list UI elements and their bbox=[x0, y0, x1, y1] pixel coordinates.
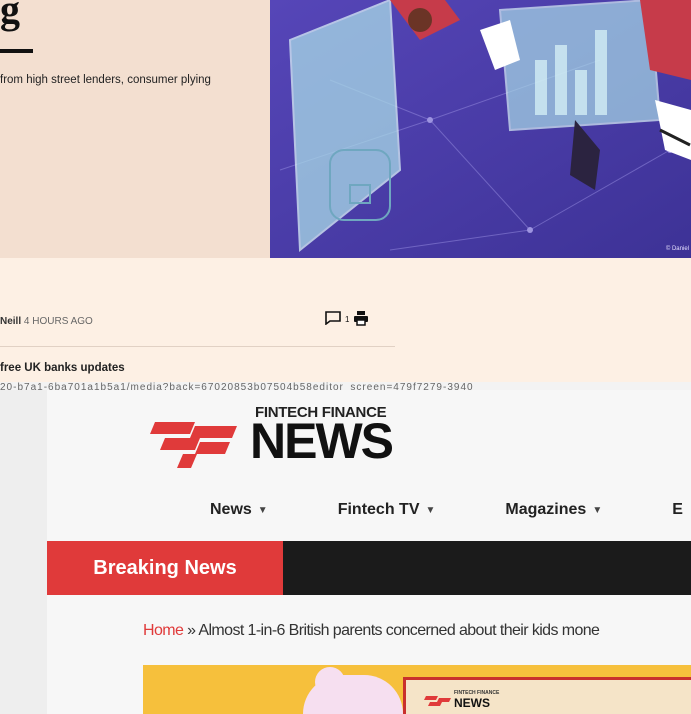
nav-fintech-tv[interactable]: Fintech TV ▼ bbox=[338, 501, 436, 519]
article-tools: 1 bbox=[325, 310, 369, 328]
chevron-down-icon: ▼ bbox=[257, 504, 268, 516]
breadcrumb-current: Almost 1-in-6 British parents concerned … bbox=[198, 622, 600, 639]
nav-news[interactable]: News ▼ bbox=[210, 501, 268, 519]
nav-magazines[interactable]: Magazines ▼ bbox=[505, 501, 602, 519]
byline: Neill 4 HOURS AGO bbox=[0, 316, 93, 327]
ff-mini-logo-icon bbox=[424, 696, 451, 706]
divider bbox=[0, 346, 395, 347]
breadcrumb-separator: » bbox=[183, 622, 199, 639]
article-headline: g bbox=[0, 0, 20, 32]
chevron-down-icon: ▼ bbox=[425, 504, 436, 516]
breadcrumb: Home » Almost 1-in-6 British parents con… bbox=[143, 622, 600, 640]
image-credit: © Daniel bbox=[665, 246, 689, 252]
main-nav: News ▼ Fintech TV ▼ Magazines ▼ E bbox=[210, 500, 691, 520]
breaking-news-label[interactable]: Breaking News bbox=[47, 541, 283, 595]
magazine-card: FINTECH FINANCE NEWS bbox=[403, 677, 691, 714]
chevron-down-icon: ▼ bbox=[592, 504, 603, 516]
url-strip: 20-b7a1-6ba701a1b5a1/media?back=67020853… bbox=[0, 382, 691, 390]
breadcrumb-home[interactable]: Home bbox=[143, 622, 184, 639]
nav-more-label: E bbox=[672, 501, 683, 518]
print-icon[interactable] bbox=[353, 310, 369, 328]
nav-magazines-label: Magazines bbox=[505, 501, 587, 518]
breaking-news-bar: Breaking News bbox=[47, 541, 691, 595]
ft-article-screenshot: g from high street lenders, consumer ply… bbox=[0, 0, 691, 390]
article-illustration: © Daniel bbox=[270, 0, 691, 258]
comment-icon[interactable] bbox=[325, 311, 341, 327]
logo-text-main: NEWS bbox=[250, 413, 394, 469]
publish-time: 4 HOURS AGO bbox=[23, 316, 93, 327]
piggy-ear bbox=[315, 667, 345, 697]
nav-fintech-tv-label: Fintech TV bbox=[337, 501, 420, 518]
article-standfirst: from high street lenders, consumer plyin… bbox=[0, 74, 211, 86]
ff-logo-icon bbox=[150, 422, 237, 468]
fintech-finance-screenshot: FINTECH FINANCE NEWS News ▼ Fintech TV ▼ M… bbox=[0, 390, 691, 714]
author-name[interactable]: Neill bbox=[0, 316, 21, 327]
headline-rule bbox=[0, 49, 33, 53]
site-logo[interactable]: FINTECH FINANCE NEWS bbox=[145, 404, 445, 469]
mini-logo-main: NEWS bbox=[454, 696, 490, 710]
free-updates-label[interactable]: free UK banks updates bbox=[0, 362, 125, 374]
nav-news-label: News bbox=[210, 501, 252, 518]
comment-count[interactable]: 1 bbox=[345, 315, 349, 324]
ft-headline-panel: g from high street lenders, consumer ply… bbox=[0, 0, 270, 258]
nav-more[interactable]: E bbox=[672, 501, 683, 519]
illustration-graphic bbox=[270, 0, 691, 258]
article-hero-image: FINTECH FINANCE NEWS bbox=[143, 665, 691, 714]
